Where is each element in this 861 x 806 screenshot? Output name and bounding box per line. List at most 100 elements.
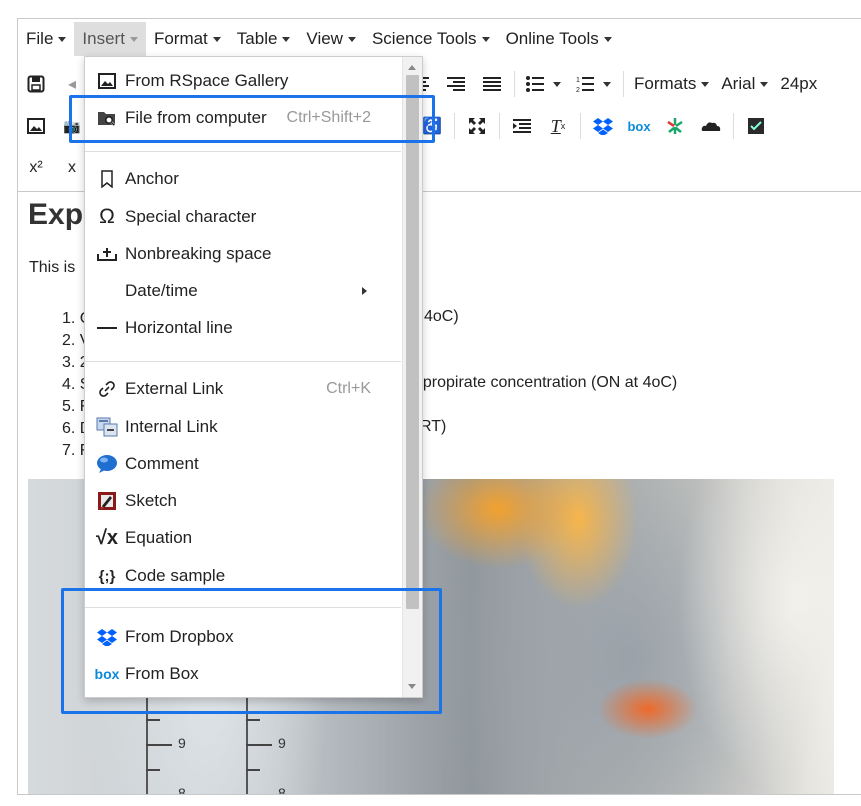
step4-text: ppropirate concentration (ON at 4oC) — [414, 374, 678, 391]
box-icon[interactable]: box — [623, 110, 655, 142]
menu-item-label: Date/time — [125, 281, 198, 300]
submenu-arrow-icon — [362, 287, 367, 295]
code-icon: {;} — [98, 567, 116, 585]
menu-item-label: Special character — [125, 207, 257, 226]
omega-icon: Ω — [99, 205, 115, 228]
menu-item-label: Nonbreaking space — [125, 244, 272, 263]
menu-item-external-link[interactable]: External Link Ctrl+K — [85, 372, 401, 406]
hr-icon — [95, 316, 119, 340]
menu-divider — [85, 361, 401, 362]
menu-table[interactable]: Table — [229, 22, 299, 56]
menu-item-label: Equation — [125, 528, 193, 547]
svg-text:2: 2 — [576, 87, 580, 93]
cloud-icon[interactable] — [695, 110, 727, 142]
comment-icon — [95, 452, 119, 476]
sqrt-icon: √x — [95, 526, 119, 549]
image-icon — [95, 69, 119, 93]
menu-item-special-character[interactable]: Ω Special character — [85, 200, 401, 234]
menu-divider — [85, 607, 401, 608]
blank-icon — [95, 279, 119, 303]
font-family-dropdown[interactable]: Arial — [715, 68, 774, 100]
numbered-list-icon[interactable]: 12 — [571, 68, 617, 100]
caret-down-icon — [282, 36, 291, 42]
menu-view[interactable]: View — [298, 22, 364, 56]
menu-insert[interactable]: Insert — [74, 22, 146, 56]
caret-down-icon — [481, 36, 490, 42]
menu-item-horizontal-line[interactable]: Horizontal line — [85, 311, 401, 345]
menu-file[interactable]: File — [18, 22, 74, 56]
toolbar-separator — [454, 113, 455, 139]
menu-science-tools[interactable]: Science Tools — [364, 22, 498, 56]
superscript-label: x² — [29, 159, 43, 176]
toolbar-separator — [514, 71, 515, 97]
menu-item-anchor[interactable]: Anchor — [85, 162, 401, 196]
menu-item-shortcut: Ctrl+K — [326, 380, 371, 397]
align-right-icon[interactable] — [440, 68, 472, 100]
step1-text: 4oC) — [424, 308, 459, 325]
font-size-label: 24px — [780, 74, 818, 93]
scale-number: 9 — [178, 735, 186, 751]
menu-item-from-dropbox[interactable]: From Dropbox — [85, 620, 401, 654]
menu-item-nonbreaking-space[interactable]: Nonbreaking space — [85, 237, 401, 271]
menu-item-label: From Box — [125, 664, 199, 683]
menu-item-label: Horizontal line — [125, 318, 233, 337]
caret-down-icon — [603, 36, 612, 42]
menu-item-shortcut: Ctrl+Shift+2 — [286, 109, 371, 126]
caret-down-icon — [760, 81, 769, 87]
scroll-up-arrow-icon[interactable] — [408, 65, 416, 70]
scroll-down-arrow-icon[interactable] — [408, 684, 416, 689]
menu-item-comment[interactable]: Comment — [85, 447, 401, 481]
scrollbar-thumb[interactable] — [406, 75, 419, 609]
folder-search-icon — [95, 106, 119, 130]
toolbar-separator — [580, 113, 581, 139]
sketch-icon — [95, 489, 119, 513]
menu-item-equation[interactable]: √x Equation — [85, 521, 401, 555]
dropbox-icon[interactable] — [587, 110, 619, 142]
menu-item-from-rspace-gallery[interactable]: From RSpace Gallery — [85, 64, 401, 98]
checkbox-tool-icon[interactable] — [740, 110, 772, 142]
menu-item-from-box[interactable]: box From Box — [85, 657, 401, 691]
fullscreen-icon[interactable] — [461, 110, 493, 142]
menu-online-tools[interactable]: Online Tools — [498, 22, 620, 56]
image-icon[interactable] — [20, 110, 52, 142]
menu-item-sketch[interactable]: Sketch — [85, 484, 401, 518]
caret-down-icon — [701, 81, 710, 87]
menu-item-file-from-computer[interactable]: File from computer Ctrl+Shift+2 — [85, 101, 401, 135]
document-intro: This is — [29, 259, 76, 276]
indent-icon[interactable] — [506, 110, 538, 142]
save-icon[interactable] — [20, 68, 52, 100]
superscript-icon[interactable]: x² — [20, 152, 52, 184]
link-icon — [95, 377, 119, 401]
font-size-dropdown[interactable]: 24px — [774, 68, 823, 100]
scale-number: 9 — [278, 735, 286, 751]
menu-item-internal-link[interactable]: Internal Link — [85, 410, 401, 444]
align-justify-icon[interactable] — [476, 68, 508, 100]
menu-item-label: Sketch — [125, 491, 177, 510]
menu-view-label: View — [306, 29, 343, 48]
toolbar-separator — [499, 113, 500, 139]
menu-item-label: Code sample — [125, 566, 226, 585]
box-icon: box — [94, 666, 120, 682]
scale-number: 8 — [178, 785, 186, 795]
caret-down-icon — [129, 36, 138, 42]
formats-dropdown[interactable]: Formats — [628, 68, 715, 100]
caret-down-icon — [212, 36, 221, 42]
toolbar-separator — [733, 113, 734, 139]
font-label: Arial — [721, 74, 756, 93]
egnyte-icon[interactable] — [659, 110, 691, 142]
svg-text:1: 1 — [576, 77, 580, 84]
bullet-list-icon[interactable] — [521, 68, 567, 100]
document-title: Exp — [28, 198, 84, 231]
menu-science-tools-label: Science Tools — [371, 29, 477, 48]
menu-item-code-sample[interactable]: {;} Code sample — [85, 559, 401, 593]
toolbar-separator — [623, 71, 624, 97]
menu-item-label: Anchor — [125, 169, 179, 188]
menu-item-label: Comment — [125, 454, 199, 473]
menu-item-date-time[interactable]: Date/time — [85, 274, 401, 308]
menu-format-label: Format — [153, 29, 208, 48]
menu-scrollbar[interactable] — [402, 57, 422, 697]
clear-formatting-icon[interactable]: Tx — [542, 110, 574, 142]
menu-format[interactable]: Format — [146, 22, 229, 56]
subscript-label: x — [68, 159, 76, 176]
dropbox-icon — [95, 625, 119, 649]
